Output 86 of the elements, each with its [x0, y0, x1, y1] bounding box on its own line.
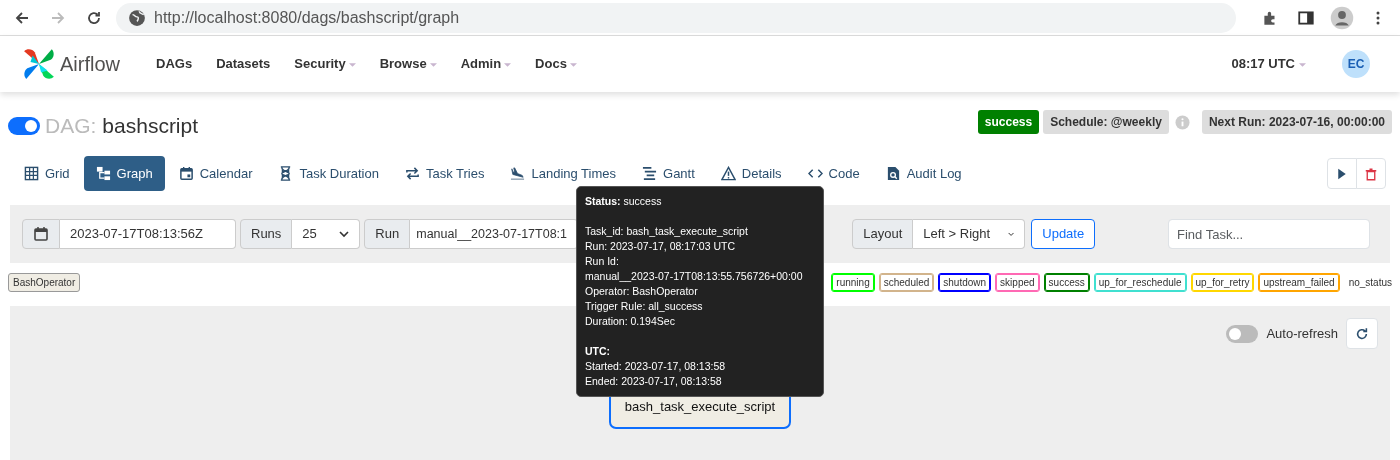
- state-chip[interactable]: success: [1043, 273, 1090, 292]
- tooltip-line: Task_id: bash_task_execute_script: [585, 224, 749, 239]
- date-picker-button[interactable]: [22, 219, 60, 249]
- state-chip[interactable]: running: [831, 273, 875, 292]
- view-tab[interactable]: Grid: [12, 155, 82, 191]
- calendar-icon: [178, 165, 194, 181]
- url-text: http://localhost:8080/dags/bashscript/graph: [154, 7, 460, 28]
- auto-refresh-label: Auto-refresh: [1266, 324, 1338, 343]
- tooltip-line: Run: 2023-07-17, 08:17:03 UTC: [585, 239, 736, 254]
- view-tab[interactable]: Details: [708, 155, 794, 191]
- refresh-icon: [1355, 327, 1369, 342]
- state-chip[interactable]: shutdown: [938, 273, 992, 292]
- tooltip-line: Status: success: [585, 194, 663, 209]
- tooltip-line: Run Id:: [585, 254, 620, 269]
- pinwheel-logo-icon: [22, 47, 56, 81]
- nav-menu-item[interactable]: Security: [282, 54, 368, 74]
- run-label: Run: [364, 219, 411, 249]
- more-menu-icon: [1376, 9, 1380, 26]
- caret-icon: [1299, 62, 1306, 67]
- forward-arrow-icon: [50, 9, 66, 26]
- warning-icon: [720, 165, 736, 181]
- repeat-icon: [404, 165, 420, 181]
- profile-icon: [1330, 5, 1354, 30]
- dag-state-badge: success: [977, 110, 1040, 134]
- operator-chip[interactable]: BashOperator: [8, 273, 81, 292]
- nav-menu-item[interactable]: DAGs: [144, 54, 205, 74]
- dag-label: DAG:: [45, 113, 97, 139]
- bars-icon: [642, 165, 658, 181]
- globe-icon: [128, 8, 146, 27]
- play-icon: [1336, 168, 1348, 181]
- grid-icon: [24, 165, 39, 181]
- view-tab[interactable]: Task Duration: [266, 155, 391, 191]
- file-search-icon: [885, 165, 901, 181]
- schedule-label: Schedule: @weekly: [1043, 110, 1169, 134]
- hierarchy-icon: [95, 165, 111, 181]
- back-arrow-icon: [14, 9, 30, 26]
- plane-landing-icon: [510, 165, 526, 181]
- update-button[interactable]: Update: [1031, 219, 1096, 249]
- state-chip[interactable]: scheduled: [878, 273, 935, 292]
- run-select[interactable]: manual__2023-07-17T08:1: [410, 219, 579, 249]
- runs-label: Runs: [240, 219, 293, 249]
- next-run-label: Next Run: 2023-07-16, 00:00:00: [1201, 110, 1392, 134]
- state-chip[interactable]: no_status: [1343, 273, 1397, 292]
- calendar-icon: [33, 226, 49, 242]
- auto-refresh-toggle[interactable]: [1226, 324, 1259, 343]
- runs-select[interactable]: 25: [292, 219, 361, 249]
- address-bar[interactable]: http://localhost:8080/dags/bashscript/graph: [116, 2, 1236, 33]
- view-tab[interactable]: Calendar: [166, 155, 265, 191]
- view-tab[interactable]: Audit Log: [873, 155, 974, 191]
- layout-select[interactable]: Left > Right: [913, 219, 1026, 249]
- tooltip-line: Duration: 0.194Sec: [585, 314, 676, 329]
- tooltip-line: manual__2023-07-17T08:13:55.756726+00:00: [585, 269, 804, 284]
- chevron-down-icon: [1008, 230, 1015, 238]
- state-chip[interactable]: up_for_reschedule: [1093, 273, 1187, 292]
- layout-label: Layout: [852, 219, 914, 249]
- base-date-field[interactable]: 2023-07-17T08:13:56Z: [60, 219, 236, 249]
- find-task-field[interactable]: Find Task...: [1168, 219, 1370, 249]
- view-tab[interactable]: Task Tries: [392, 155, 497, 191]
- refresh-button[interactable]: [1346, 318, 1378, 349]
- dag-name: bashscript: [102, 113, 199, 139]
- clock-menu[interactable]: 08:17 UTC: [1219, 54, 1318, 74]
- state-chip[interactable]: upstream_failed: [1258, 273, 1340, 292]
- reload-icon: [86, 9, 102, 26]
- tooltip-line: Operator: BashOperator: [585, 284, 699, 299]
- view-tab[interactable]: Code: [795, 155, 872, 191]
- nav-menu-item[interactable]: Browse: [367, 54, 449, 74]
- state-chip[interactable]: skipped: [995, 273, 1040, 292]
- view-tab[interactable]: Gantt: [630, 155, 707, 191]
- nav-menu-item[interactable]: Datasets: [204, 54, 283, 74]
- brand-link[interactable]: Airflow: [22, 47, 120, 81]
- view-tab[interactable]: Graph: [83, 155, 165, 191]
- view-tab[interactable]: Landing Times: [498, 155, 629, 191]
- nav-menu-item[interactable]: Admin: [448, 54, 524, 74]
- tooltip-line: Trigger Rule: all_success: [585, 299, 704, 314]
- tooltip-line: UTC:: [585, 344, 612, 359]
- trigger-dag-button[interactable]: [1327, 157, 1357, 189]
- trash-icon: [1365, 166, 1377, 182]
- pause-toggle[interactable]: [8, 116, 40, 135]
- brand-name: Airflow: [60, 52, 120, 77]
- nav-menu-item[interactable]: Docs: [523, 54, 589, 74]
- state-chip[interactable]: up_for_retry: [1190, 273, 1255, 292]
- tooltip-line: Started: 2023-07-17, 08:13:58: [585, 359, 727, 374]
- side-panel-icon: [1297, 8, 1315, 27]
- chevron-down-icon: [339, 230, 350, 238]
- delete-dag-button[interactable]: [1356, 157, 1386, 189]
- user-avatar[interactable]: EC: [1342, 50, 1370, 78]
